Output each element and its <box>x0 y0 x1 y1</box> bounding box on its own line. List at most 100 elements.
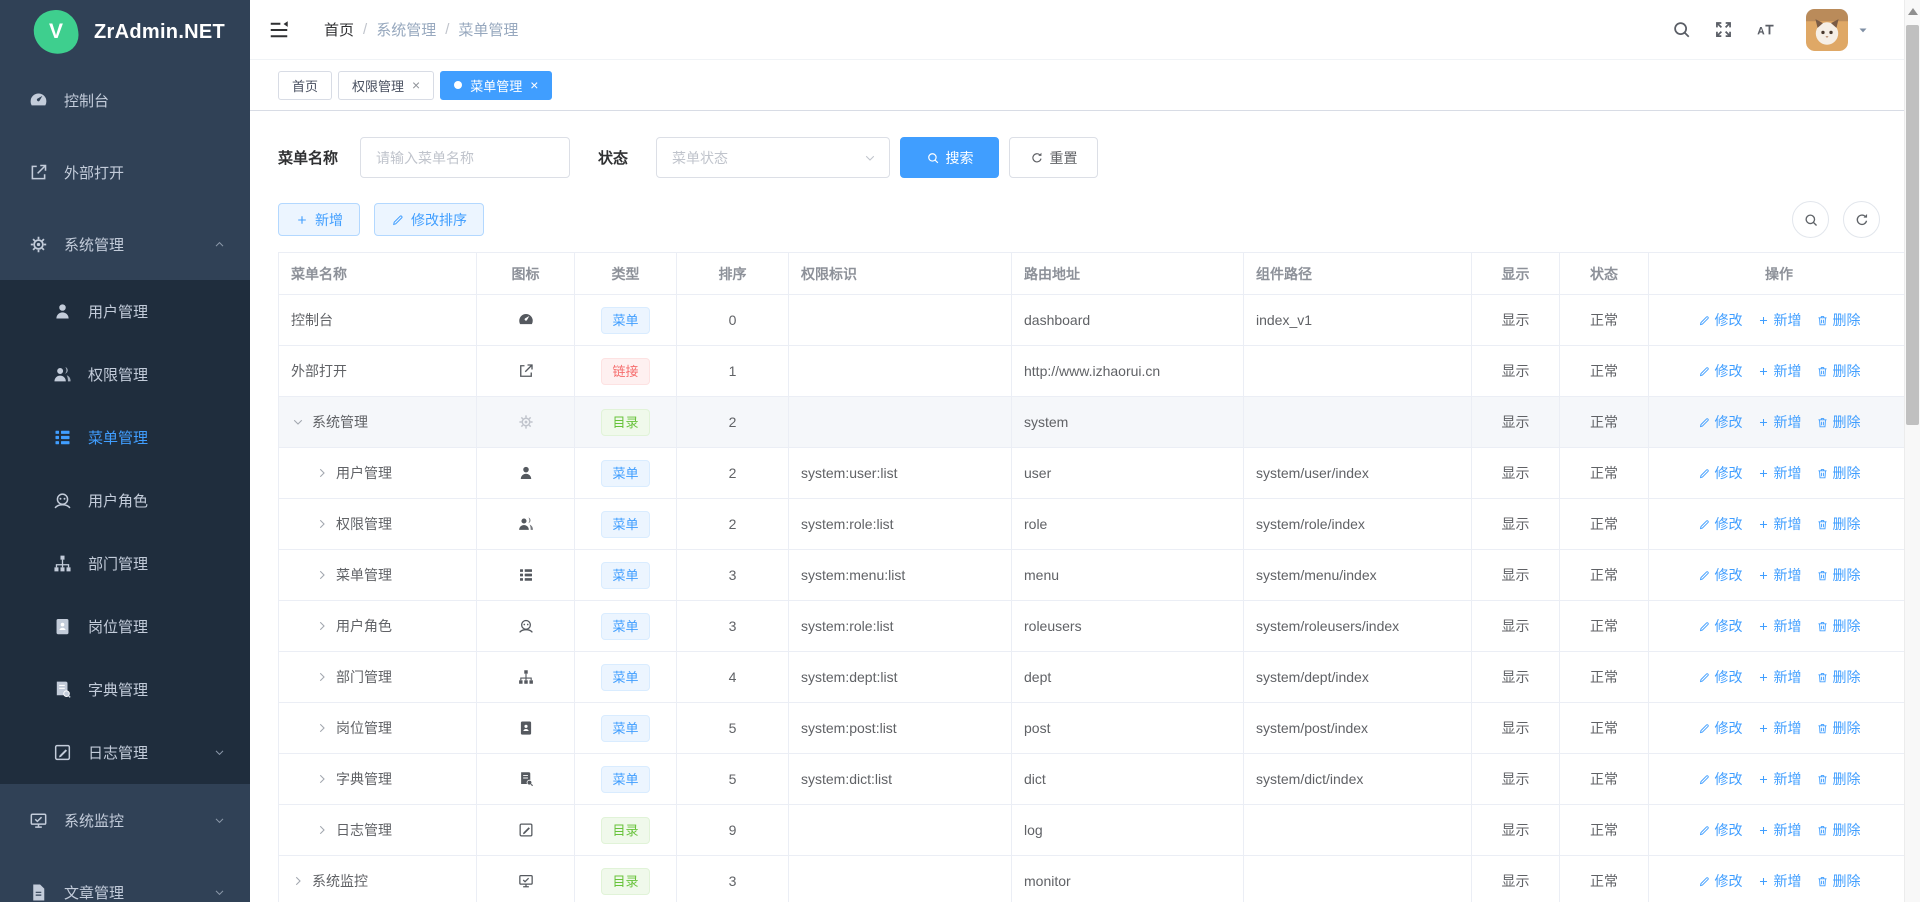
tab-0[interactable]: 首页 <box>278 71 332 100</box>
menu-name-input[interactable] <box>360 137 570 178</box>
edit-action[interactable]: 修改 <box>1698 514 1743 534</box>
edit-action[interactable]: 修改 <box>1698 616 1743 636</box>
logo-icon: V <box>31 7 82 58</box>
sidebar-item-12[interactable]: 文章管理 <box>0 856 250 902</box>
reset-button[interactable]: 重置 <box>1009 137 1098 178</box>
add-action[interactable]: 新增 <box>1757 667 1802 687</box>
trash-icon <box>1816 518 1829 531</box>
add-action[interactable]: 新增 <box>1757 463 1802 483</box>
scrollbar-thumb[interactable] <box>1906 25 1919 425</box>
chevron-down-icon[interactable] <box>1856 23 1870 37</box>
edit-action[interactable]: 修改 <box>1698 310 1743 330</box>
sidebar-item-6[interactable]: 用户角色 <box>0 469 250 532</box>
font-size-icon[interactable] <box>1755 19 1776 40</box>
edit-action[interactable]: 修改 <box>1698 463 1743 483</box>
fullscreen-icon[interactable] <box>1713 19 1734 40</box>
avatar[interactable] <box>1806 9 1848 51</box>
delete-action[interactable]: 删除 <box>1816 769 1861 789</box>
sidebar-item-5[interactable]: 菜单管理 <box>0 406 250 469</box>
delete-action[interactable]: 删除 <box>1816 667 1861 687</box>
add-action[interactable]: 新增 <box>1757 820 1802 840</box>
sidebar-item-10[interactable]: 日志管理 <box>0 721 250 784</box>
sidebar-item-0[interactable]: 控制台 <box>0 64 250 136</box>
edit-action[interactable]: 修改 <box>1698 769 1743 789</box>
chevron-down-icon[interactable] <box>291 415 305 429</box>
search-button[interactable]: 搜索 <box>900 137 999 178</box>
add-action[interactable]: 新增 <box>1757 871 1802 891</box>
delete-action[interactable]: 删除 <box>1816 820 1861 840</box>
delete-action[interactable]: 删除 <box>1816 361 1861 381</box>
navbar-right <box>1650 9 1870 51</box>
menu-name-cell: 用户管理 <box>291 463 464 483</box>
sidebar-item-1[interactable]: 外部打开 <box>0 136 250 208</box>
menu-status-select[interactable]: 菜单状态 <box>656 137 890 178</box>
chevron-right-icon[interactable] <box>315 823 329 837</box>
sidebar-item-3[interactable]: 用户管理 <box>0 280 250 343</box>
tab-1[interactable]: 权限管理× <box>338 71 434 100</box>
menu-name: 用户角色 <box>336 616 392 636</box>
add-action[interactable]: 新增 <box>1757 565 1802 585</box>
edit-action[interactable]: 修改 <box>1698 718 1743 738</box>
close-icon[interactable]: × <box>530 78 538 92</box>
add-action[interactable]: 新增 <box>1757 616 1802 636</box>
delete-action[interactable]: 删除 <box>1816 412 1861 432</box>
add-action[interactable]: 新增 <box>1757 514 1802 534</box>
column-header: 状态 <box>1560 253 1649 295</box>
add-action[interactable]: 新增 <box>1757 769 1802 789</box>
edit-action[interactable]: 修改 <box>1698 565 1743 585</box>
delete-action[interactable]: 删除 <box>1816 718 1861 738</box>
add-button[interactable]: 新增 <box>278 203 360 236</box>
action-label: 修改 <box>1715 820 1743 840</box>
modify-sort-button[interactable]: 修改排序 <box>374 203 484 236</box>
chevron-right-icon[interactable] <box>315 517 329 531</box>
menu-name-cell: 系统监控 <box>291 871 464 891</box>
add-action[interactable]: 新增 <box>1757 310 1802 330</box>
sidebar-item-2[interactable]: 系统管理 <box>0 208 250 280</box>
trash-icon <box>1816 314 1829 327</box>
edit-action[interactable]: 修改 <box>1698 412 1743 432</box>
chevron-right-icon[interactable] <box>315 619 329 633</box>
logo[interactable]: V ZrAdmin.NET <box>0 0 250 64</box>
chevron-right-icon[interactable] <box>315 721 329 735</box>
search-icon[interactable] <box>1671 19 1692 40</box>
edit-action[interactable]: 修改 <box>1698 667 1743 687</box>
edit-action[interactable]: 修改 <box>1698 871 1743 891</box>
sidebar-item-8[interactable]: 岗位管理 <box>0 595 250 658</box>
tab-active[interactable]: 菜单管理× <box>440 71 552 100</box>
component-cell: system/user/index <box>1244 448 1472 499</box>
actions-cell: 修改新增删除 <box>1649 805 1910 856</box>
delete-action[interactable]: 删除 <box>1816 871 1861 891</box>
delete-action[interactable]: 删除 <box>1816 310 1861 330</box>
table-refresh-button[interactable] <box>1843 201 1880 238</box>
sidebar-item-7[interactable]: 部门管理 <box>0 532 250 595</box>
perm-cell: system:role:list <box>789 499 1012 550</box>
sidebar-item-9[interactable]: 字典管理 <box>0 658 250 721</box>
delete-action[interactable]: 删除 <box>1816 616 1861 636</box>
plus-icon <box>1757 773 1770 786</box>
add-action[interactable]: 新增 <box>1757 361 1802 381</box>
chevron-right-icon[interactable] <box>315 772 329 786</box>
table-search-toggle-button[interactable] <box>1792 201 1829 238</box>
vertical-scrollbar[interactable] <box>1904 0 1920 902</box>
edit-action[interactable]: 修改 <box>1698 820 1743 840</box>
trash-icon <box>1816 722 1829 735</box>
sidebar-item-11[interactable]: 系统监控 <box>0 784 250 856</box>
close-icon[interactable]: × <box>412 78 420 92</box>
chevron-right-icon[interactable] <box>315 466 329 480</box>
chevron-right-icon[interactable] <box>315 670 329 684</box>
delete-action[interactable]: 删除 <box>1816 565 1861 585</box>
add-action[interactable]: 新增 <box>1757 718 1802 738</box>
delete-action[interactable]: 删除 <box>1816 514 1861 534</box>
add-action[interactable]: 新增 <box>1757 412 1802 432</box>
chevron-right-icon[interactable] <box>291 874 305 888</box>
edit-action[interactable]: 修改 <box>1698 361 1743 381</box>
chevron-right-icon[interactable] <box>315 568 329 582</box>
delete-action[interactable]: 删除 <box>1816 463 1861 483</box>
dashboard-icon <box>517 311 535 329</box>
scrollbar-up-arrow[interactable] <box>1908 8 1918 15</box>
sidebar-item-4[interactable]: 权限管理 <box>0 343 250 406</box>
breadcrumb-item[interactable]: 首页 <box>324 19 354 40</box>
sidebar-fold-button[interactable] <box>268 19 290 41</box>
route-cell: monitor <box>1012 856 1244 902</box>
filter-row: 菜单名称 状态 菜单状态 搜索 重置 <box>278 137 1920 178</box>
